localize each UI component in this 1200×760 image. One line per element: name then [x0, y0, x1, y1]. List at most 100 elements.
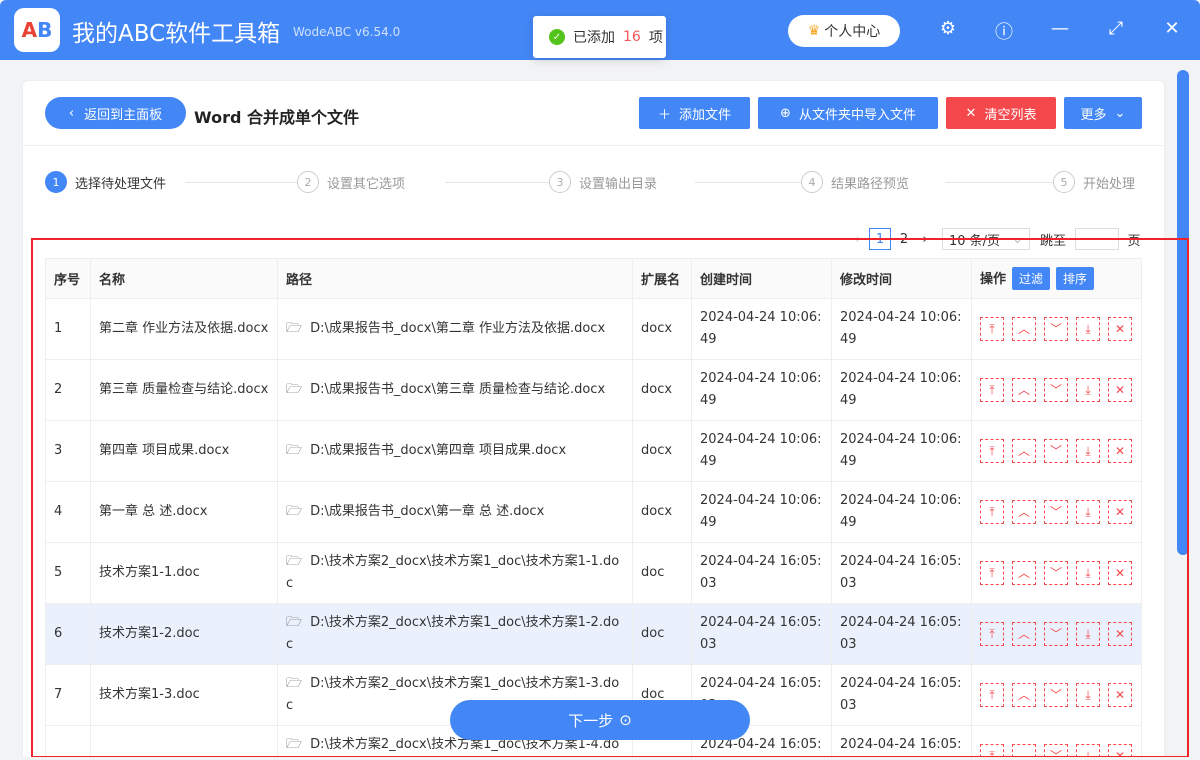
folder-icon: 🗁 — [286, 615, 302, 630]
folder-icon: 🗁 — [286, 382, 302, 397]
delete-icon[interactable]: ✕ — [1108, 622, 1132, 646]
move-up-icon[interactable]: ︿ — [1012, 622, 1036, 646]
move-top-icon[interactable]: ⤒ — [980, 439, 1004, 463]
cell-modified: 2024-04-24 10:06:49 — [832, 299, 972, 360]
clear-list-button[interactable]: ✕清空列表 — [946, 97, 1056, 129]
app-version: WodeABC v6.54.0 — [293, 25, 400, 39]
move-down-icon[interactable]: ﹀ — [1044, 378, 1068, 402]
table-row[interactable]: 3 第四章 项目成果.docx 🗁D:\成果报告书_docx\第四章 项目成果.… — [46, 421, 1142, 482]
cell-path: 🗁D:\成果报告书_docx\第一章 总 述.docx — [278, 482, 633, 543]
move-top-icon[interactable]: ⤒ — [980, 500, 1004, 524]
move-down-icon[interactable]: ﹀ — [1044, 561, 1068, 585]
table-row[interactable]: 5 技术方案1-1.doc 🗁D:\技术方案2_docx\技术方案1_doc\技… — [46, 543, 1142, 604]
cell-index: 4 — [46, 482, 91, 543]
scrollbar[interactable] — [1177, 70, 1189, 555]
cell-modified: 2024-04-24 10:06:49 — [832, 482, 972, 543]
move-top-icon[interactable]: ⤒ — [980, 683, 1004, 707]
table-row[interactable]: 1 第二章 作业方法及依据.docx 🗁D:\成果报告书_docx\第二章 作业… — [46, 299, 1142, 360]
delete-icon[interactable]: ✕ — [1108, 439, 1132, 463]
crown-icon: ♛ — [808, 23, 821, 39]
move-bottom-icon[interactable]: ⤓ — [1076, 500, 1100, 524]
cell-modified: 2024-04-24 16:05:03 — [832, 726, 972, 758]
move-up-icon[interactable]: ︿ — [1012, 378, 1036, 402]
move-up-icon[interactable]: ︿ — [1012, 561, 1036, 585]
cell-name: 技术方案1-2.doc — [91, 604, 278, 665]
next-page-icon[interactable]: › — [918, 228, 932, 250]
add-file-label: 添加文件 — [679, 104, 731, 123]
cell-modified: 2024-04-24 10:06:49 — [832, 360, 972, 421]
next-step-button[interactable]: 下一步⊙ — [450, 700, 750, 740]
back-button[interactable]: ‹返回到主面板 — [45, 97, 186, 129]
move-bottom-icon[interactable]: ⤓ — [1076, 683, 1100, 707]
app-title: 我的ABC软件工具箱 — [72, 14, 280, 48]
move-bottom-icon[interactable]: ⤓ — [1076, 561, 1100, 585]
check-icon: ✓ — [549, 29, 565, 45]
move-up-icon[interactable]: ︿ — [1012, 500, 1036, 524]
table-header: 序号 名称 路径 扩展名 创建时间 修改时间 操作过滤排序 — [46, 259, 1142, 299]
minimize-icon[interactable]: — — [1048, 18, 1072, 39]
move-down-icon[interactable]: ﹀ — [1044, 439, 1068, 463]
jump-input[interactable] — [1075, 228, 1119, 250]
filter-button[interactable]: 过滤 — [1012, 267, 1050, 290]
plus-circle-icon: ⊕ — [780, 106, 791, 121]
import-folder-button[interactable]: ⊕从文件夹中导入文件 — [758, 97, 938, 129]
table-row[interactable]: 2 第三章 质量检查与结论.docx 🗁D:\成果报告书_docx\第三章 质量… — [46, 360, 1142, 421]
cell-created: 2024-04-24 10:06:49 — [692, 421, 832, 482]
step-3: 3设置输出目录 — [549, 171, 665, 193]
move-bottom-icon[interactable]: ⤓ — [1076, 378, 1100, 402]
step-2: 2设置其它选项 — [297, 171, 413, 193]
close-icon[interactable]: ✕ — [1160, 18, 1184, 39]
move-bottom-icon[interactable]: ⤓ — [1076, 317, 1100, 341]
move-top-icon[interactable]: ⤒ — [980, 317, 1004, 341]
move-top-icon[interactable]: ⤒ — [980, 378, 1004, 402]
sort-button[interactable]: 排序 — [1056, 267, 1094, 290]
delete-icon[interactable]: ✕ — [1108, 744, 1132, 757]
delete-icon[interactable]: ✕ — [1108, 683, 1132, 707]
more-button[interactable]: 更多⌄ — [1064, 97, 1142, 129]
move-bottom-icon[interactable]: ⤓ — [1076, 744, 1100, 757]
col-path: 路径 — [278, 259, 633, 299]
move-up-icon[interactable]: ︿ — [1012, 744, 1036, 757]
move-down-icon[interactable]: ﹀ — [1044, 683, 1068, 707]
move-bottom-icon[interactable]: ⤓ — [1076, 439, 1100, 463]
cell-name: 第一章 总 述.docx — [91, 482, 278, 543]
move-bottom-icon[interactable]: ⤓ — [1076, 622, 1100, 646]
delete-icon[interactable]: ✕ — [1108, 561, 1132, 585]
delete-icon[interactable]: ✕ — [1108, 378, 1132, 402]
user-center-button[interactable]: ♛个人中心 — [788, 15, 900, 47]
move-down-icon[interactable]: ﹀ — [1044, 500, 1068, 524]
move-up-icon[interactable]: ︿ — [1012, 683, 1036, 707]
table-row[interactable]: 6 技术方案1-2.doc 🗁D:\技术方案2_docx\技术方案1_doc\技… — [46, 604, 1142, 665]
delete-icon[interactable]: ✕ — [1108, 500, 1132, 524]
maximize-icon[interactable]: ⤢ — [1104, 18, 1128, 39]
cell-name: 第三章 质量检查与结论.docx — [91, 360, 278, 421]
col-created: 创建时间 — [692, 259, 832, 299]
move-top-icon[interactable]: ⤒ — [980, 561, 1004, 585]
toast-count: 16 — [623, 29, 641, 45]
move-down-icon[interactable]: ﹀ — [1044, 317, 1068, 341]
delete-icon[interactable]: ✕ — [1108, 317, 1132, 341]
move-up-icon[interactable]: ︿ — [1012, 317, 1036, 341]
move-down-icon[interactable]: ﹀ — [1044, 744, 1068, 757]
move-top-icon[interactable]: ⤒ — [980, 622, 1004, 646]
move-down-icon[interactable]: ﹀ — [1044, 622, 1068, 646]
cell-created: 2024-04-24 10:06:49 — [692, 482, 832, 543]
cell-modified: 2024-04-24 16:05:03 — [832, 604, 972, 665]
help-icon[interactable]: ⓘ — [992, 18, 1016, 44]
app-logo: AB — [14, 8, 60, 52]
settings-icon[interactable]: ⚙ — [936, 18, 960, 39]
prev-page-icon[interactable]: ‹ — [850, 228, 864, 250]
page-2[interactable]: 2 — [896, 228, 912, 250]
cell-ops: ⤒ ︿ ﹀ ⤓ ✕ — [972, 482, 1142, 543]
page-title: Word 合并成单个文件 — [194, 104, 359, 128]
steps: 1选择待处理文件 2设置其它选项 3设置输出目录 4结果路径预览 5开始处理 — [45, 171, 1143, 195]
add-file-button[interactable]: ＋添加文件 — [639, 97, 750, 129]
move-top-icon[interactable]: ⤒ — [980, 744, 1004, 757]
page-1[interactable]: 1 — [869, 228, 891, 250]
cell-ext: docx — [633, 360, 692, 421]
move-up-icon[interactable]: ︿ — [1012, 439, 1036, 463]
page-size-select[interactable]: 10 条/页⌄ — [942, 228, 1030, 250]
table-row[interactable]: 4 第一章 总 述.docx 🗁D:\成果报告书_docx\第一章 总 述.do… — [46, 482, 1142, 543]
cell-name: 第二章 作业方法及依据.docx — [91, 299, 278, 360]
toast-suffix: 项 — [649, 27, 663, 47]
